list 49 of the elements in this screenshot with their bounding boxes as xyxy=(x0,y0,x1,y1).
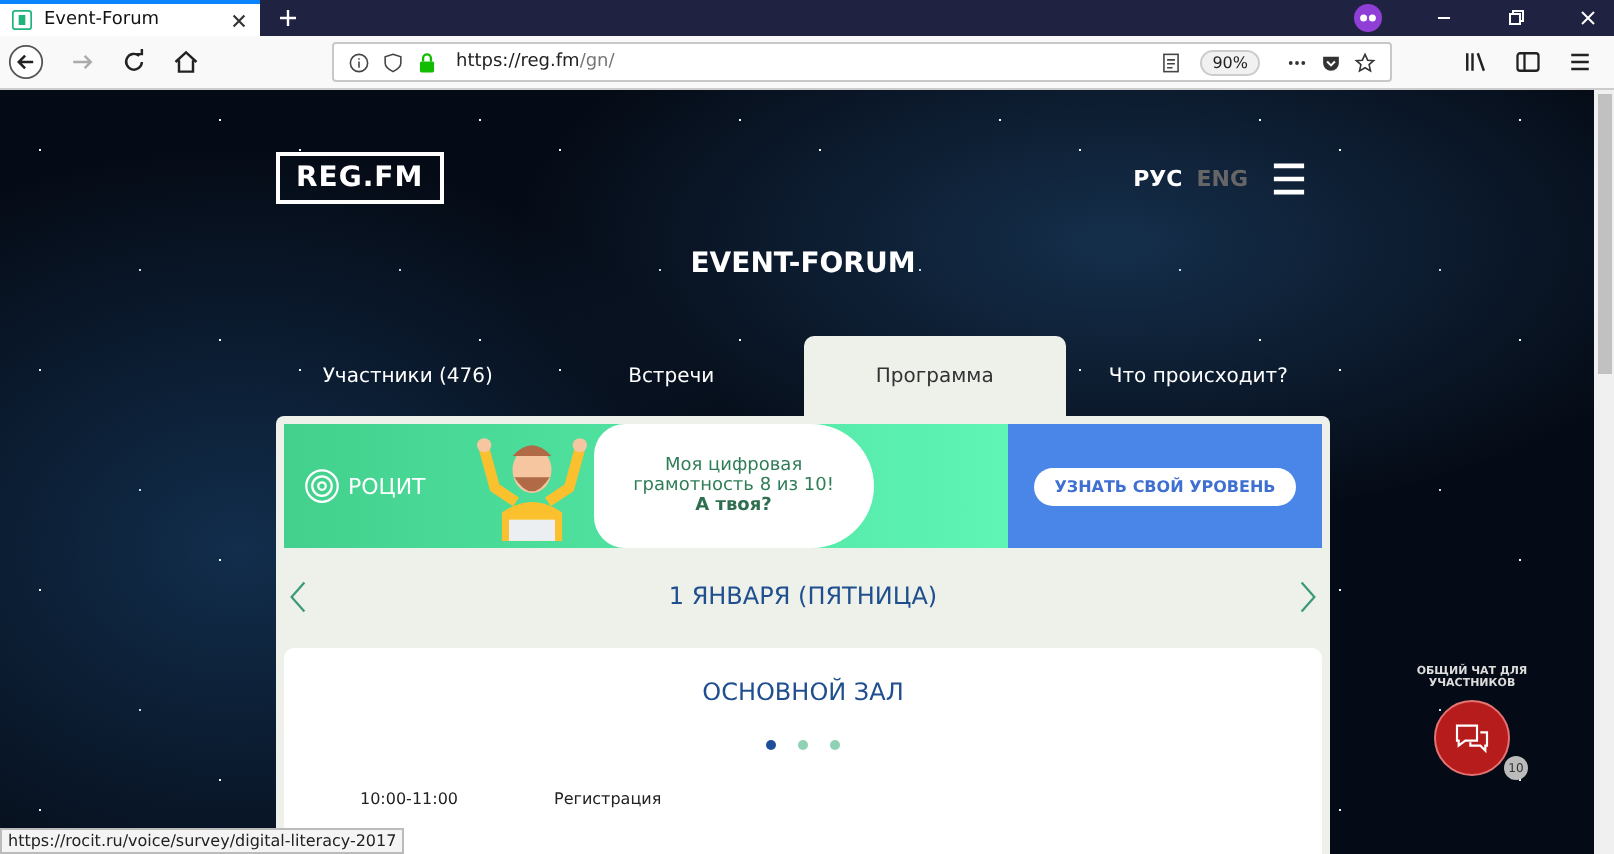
back-icon[interactable] xyxy=(8,44,44,80)
session-time: 10:00-11:00 xyxy=(360,790,460,808)
lock-icon xyxy=(416,51,438,73)
level-test-button[interactable]: УЗНАТЬ СВОЙ УРОВЕНЬ xyxy=(1034,467,1296,505)
day-heading: 1 ЯНВАРЯ (ПЯТНИЦА) xyxy=(668,582,938,610)
brand-name: РОЦИТ xyxy=(348,473,426,499)
hall-heading: ОСНОВНОЙ ЗАЛ xyxy=(700,678,906,706)
section-tab[interactable]: Встречи xyxy=(539,336,803,416)
address-bar[interactable]: https://reg.fm/gn/ 90% xyxy=(332,42,1392,82)
speech-bubbles-icon xyxy=(1452,721,1492,755)
library-icon[interactable] xyxy=(1462,48,1490,76)
reader-view-icon[interactable] xyxy=(1160,51,1183,73)
new-tab-icon[interactable] xyxy=(278,8,298,28)
url-text: https://reg.fm/gn/ xyxy=(456,52,615,72)
site-logo[interactable]: REG.FM xyxy=(276,152,444,204)
chat-button[interactable] xyxy=(1434,700,1510,776)
info-icon[interactable] xyxy=(348,51,370,73)
session-title: Регистрация xyxy=(554,790,662,808)
bubble-text: Моя цифровая грамотность 8 из 10! xyxy=(631,456,836,496)
bubble-question: А твоя? xyxy=(695,496,772,516)
previous-day-icon[interactable] xyxy=(290,579,306,613)
target-circles-icon xyxy=(304,468,340,504)
language-link[interactable]: РУС xyxy=(1133,165,1183,191)
pocket-icon[interactable] xyxy=(1320,51,1342,73)
section-tab[interactable]: Участники (476) xyxy=(276,336,540,416)
home-icon[interactable] xyxy=(172,48,200,76)
carousel-dot[interactable] xyxy=(798,740,808,750)
menu-icon[interactable] xyxy=(1566,48,1594,76)
zoom-level-badge[interactable]: 90% xyxy=(1200,49,1260,75)
restore-icon[interactable] xyxy=(1506,8,1526,28)
shield-icon[interactable] xyxy=(382,51,404,73)
scrollbar[interactable] xyxy=(1594,90,1614,854)
close-tab-icon[interactable] xyxy=(230,11,248,29)
status-url: https://rocit.ru/voice/survey/digital-literacy-2017 xyxy=(0,828,405,854)
browser-tab[interactable]: Event-Forum xyxy=(0,0,260,36)
section-tab[interactable]: Программа xyxy=(803,336,1067,416)
menu-icon[interactable] xyxy=(1272,161,1306,195)
section-tab[interactable]: Что происходит? xyxy=(1066,336,1330,416)
close-window-icon[interactable] xyxy=(1578,8,1598,28)
site-favicon-icon xyxy=(12,10,32,30)
reload-icon[interactable] xyxy=(120,48,148,76)
tab-title: Event-Forum xyxy=(44,10,162,30)
bookmark-star-icon[interactable] xyxy=(1354,51,1376,73)
next-day-icon[interactable] xyxy=(1299,579,1316,613)
sidebar-icon[interactable] xyxy=(1514,48,1542,76)
private-mask-icon xyxy=(1354,4,1382,32)
carousel-dot[interactable] xyxy=(766,740,776,750)
event-title: EVENT-FORUM xyxy=(688,248,918,280)
carousel-dot[interactable] xyxy=(830,740,840,750)
